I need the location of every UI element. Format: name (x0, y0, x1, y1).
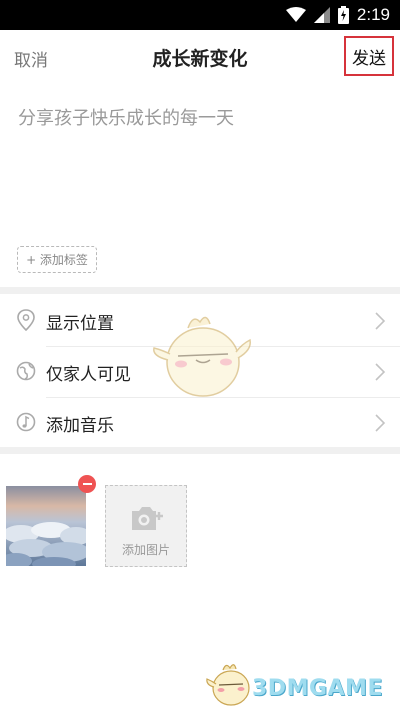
send-button-label: 发送 (352, 48, 386, 69)
post-text-input[interactable]: 分享孩子快乐成长的每一天 (18, 104, 378, 130)
privacy-icon (16, 361, 36, 381)
chevron-right-icon (375, 363, 386, 381)
clouds-image (6, 486, 86, 566)
watermark-logo-icon (206, 664, 250, 706)
add-tag-button[interactable]: + 添加标签 (17, 246, 97, 273)
watermark-text: 3DMGAME (252, 676, 383, 701)
send-button[interactable]: 发送 (344, 36, 394, 76)
wifi-icon (285, 7, 306, 22)
photo-thumbnail[interactable] (6, 486, 86, 566)
chevron-right-icon (375, 414, 386, 432)
remove-photo-button[interactable] (78, 475, 96, 493)
section-divider (0, 447, 400, 454)
watermark-mascot (153, 316, 251, 397)
add-music-label: 添加音乐 (46, 416, 114, 436)
family-only-label: 仅家人可见 (46, 365, 131, 385)
add-photo-button[interactable]: 添加图片 (105, 485, 187, 567)
show-location-label: 显示位置 (46, 314, 114, 334)
section-divider (0, 287, 400, 294)
top-app-bar: 取消 成长新变化 发送 (0, 30, 400, 84)
location-pin-icon (17, 309, 35, 331)
music-note-icon (16, 412, 36, 432)
page-title: 成长新变化 (152, 48, 248, 70)
status-bar: 2:19 (0, 0, 400, 30)
cellular-signal-icon (313, 7, 330, 23)
clock-time: 2:19 (356, 5, 390, 24)
minus-icon (82, 483, 92, 485)
chevron-right-icon (375, 312, 386, 330)
camera-add-icon (132, 507, 163, 530)
battery-charging-icon (337, 6, 349, 24)
add-photo-label: 添加图片 (121, 543, 170, 557)
